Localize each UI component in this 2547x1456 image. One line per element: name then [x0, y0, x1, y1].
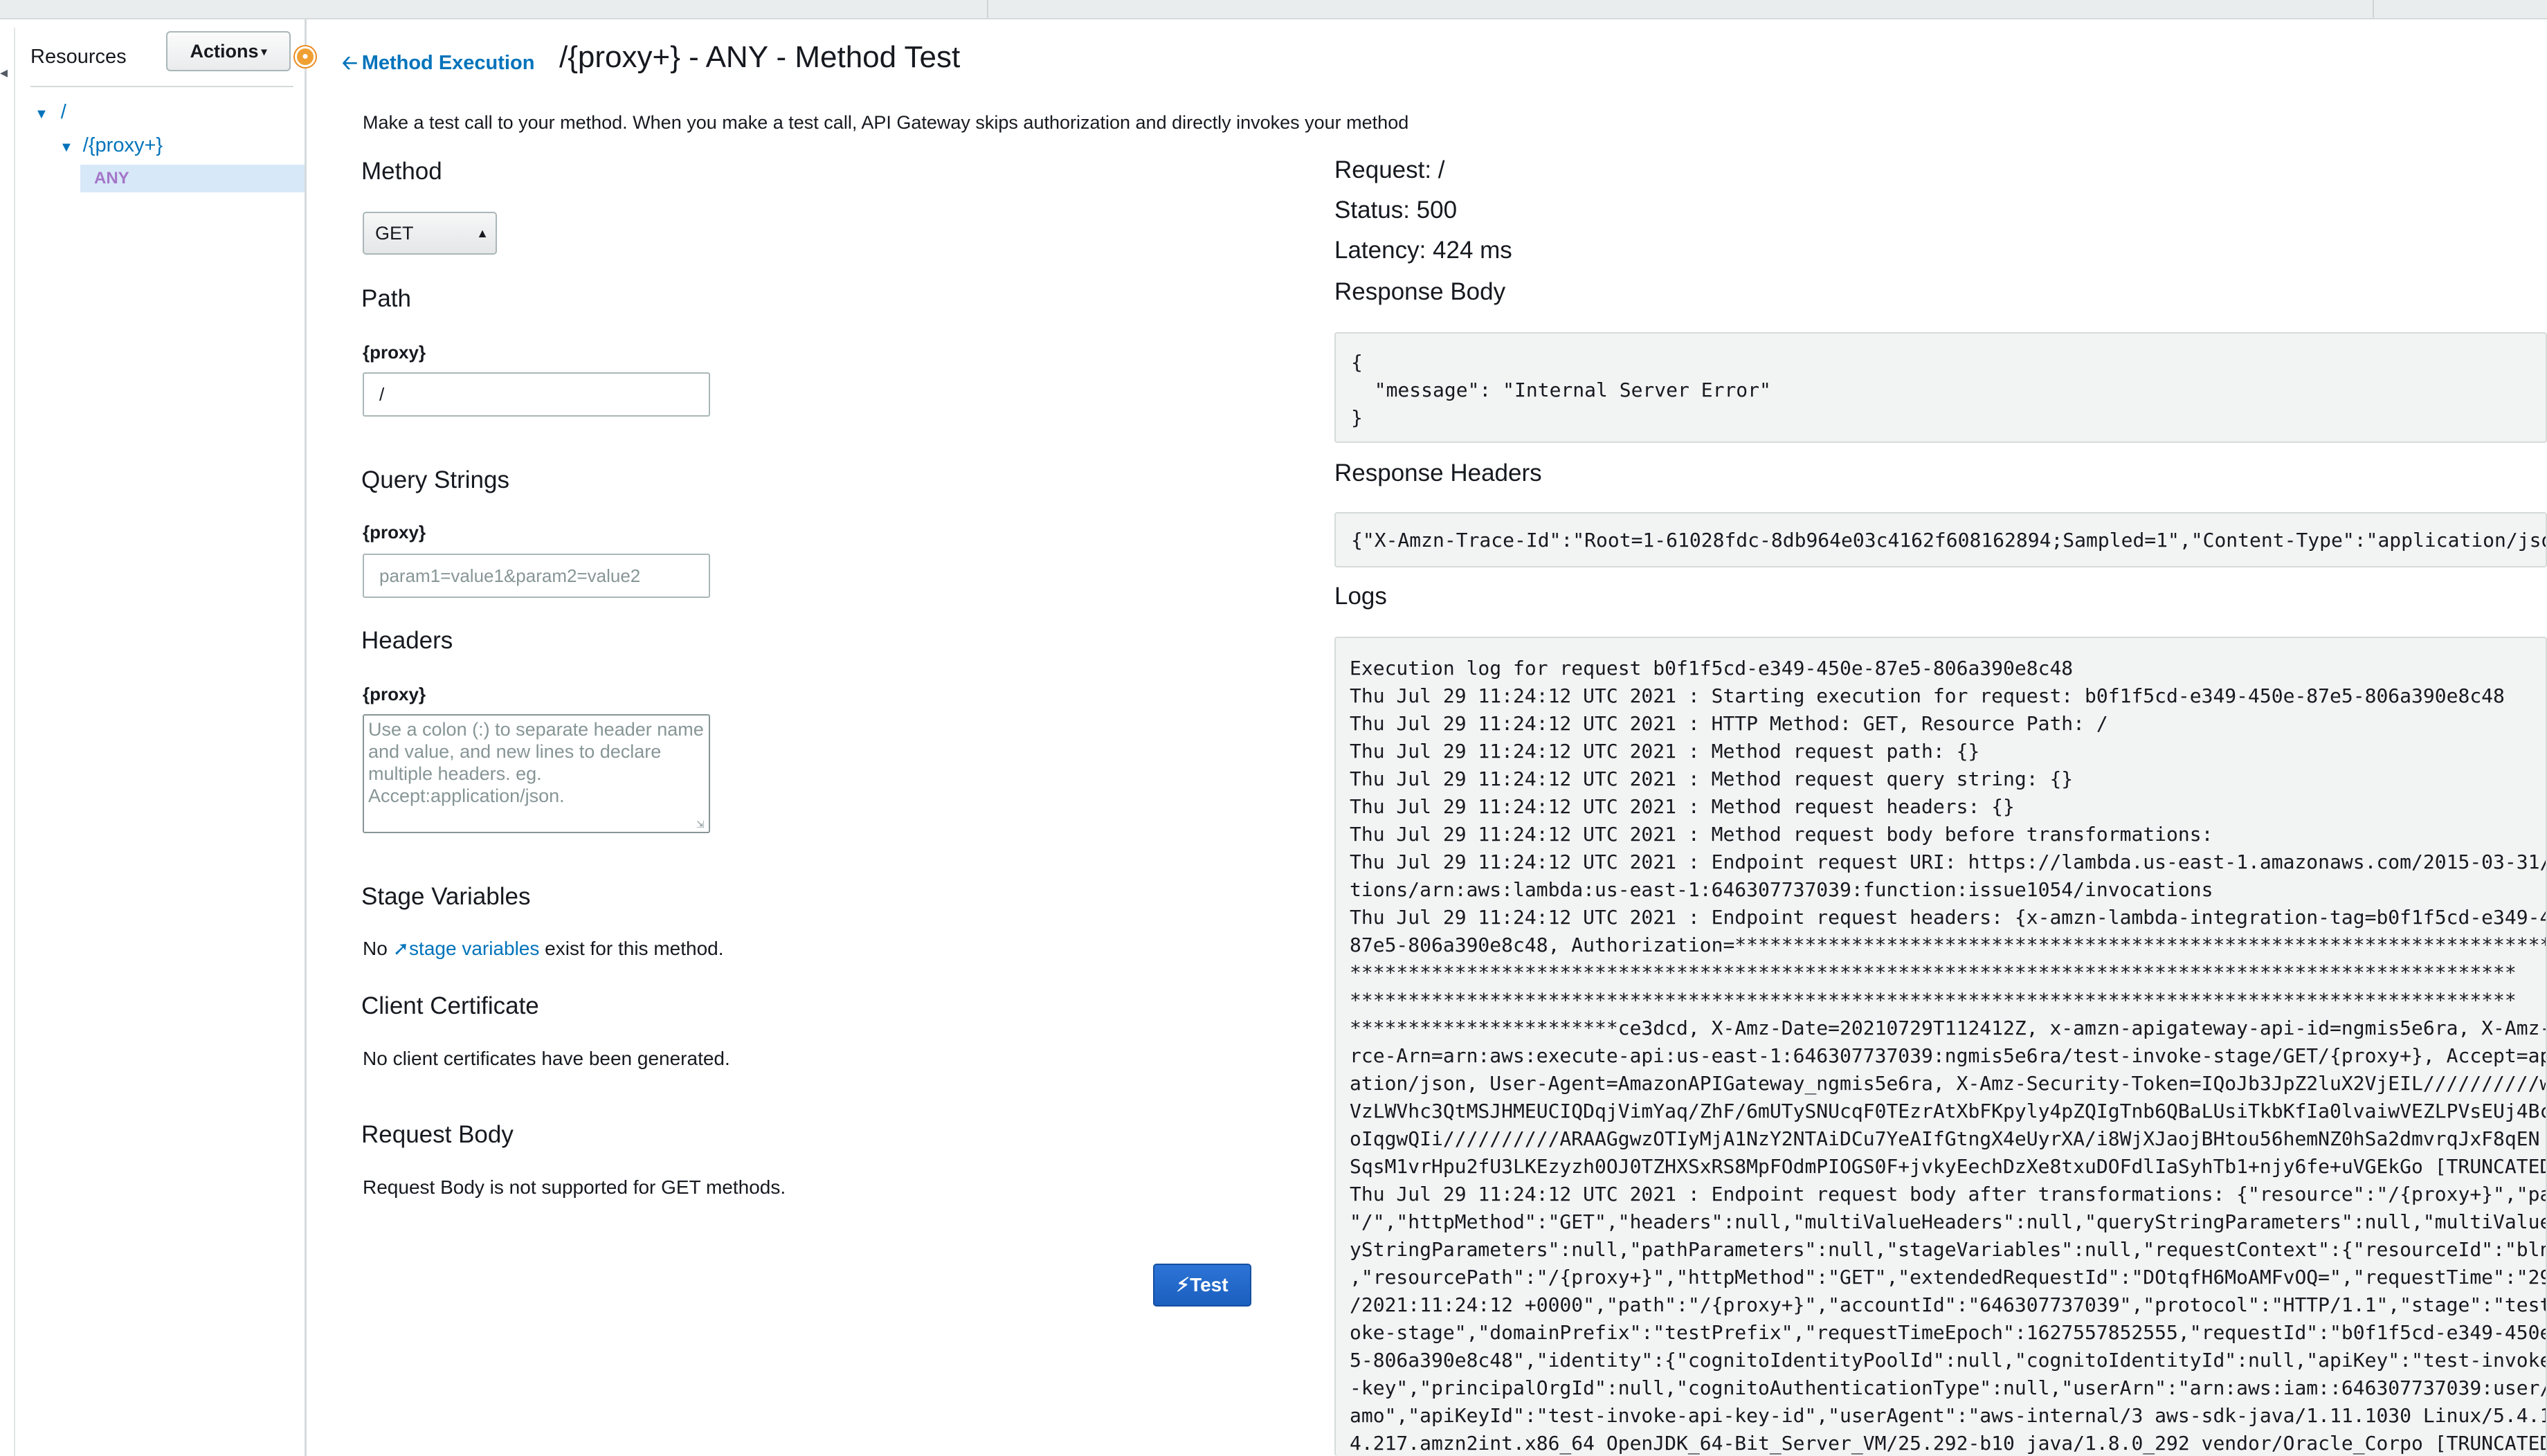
tree-item-any-method[interactable]: ANY	[80, 165, 305, 192]
log-line: tions/arn:aws:lambda:us-east-1:646307737…	[1350, 878, 2213, 901]
latency-line: Latency: 424 ms	[1334, 237, 1512, 264]
logs-heading: Logs	[1334, 583, 1387, 610]
log-line: Thu Jul 29 11:24:12 UTC 2021 : Endpoint …	[1350, 1183, 2547, 1205]
request-body-text: Request Body is not supported for GET me…	[363, 1176, 786, 1198]
headers-textarea[interactable]	[363, 714, 710, 833]
select-arrows-icon: ▲	[476, 226, 489, 240]
path-proxy-label: {proxy}	[363, 342, 426, 363]
log-line: Thu Jul 29 11:24:12 UTC 2021 : Endpoint …	[1350, 906, 2547, 929]
method-select[interactable]: GET ▲	[363, 212, 497, 255]
method-select-value: GET	[375, 223, 414, 244]
strip-separator	[987, 0, 988, 18]
log-line: -key","principalOrgId":null,"cognitoAuth…	[1350, 1376, 2547, 1399]
resources-title: Resources	[30, 46, 127, 68]
expand-caret-icon[interactable]: ▼	[60, 140, 73, 155]
arrow-left-icon: 🡠	[342, 52, 358, 73]
log-line: ****************************************…	[1350, 961, 2517, 984]
stage-variables-link[interactable]: ➚stage variables	[393, 938, 540, 959]
stage-variables-link-label: stage variables	[409, 938, 540, 959]
page-title: /{proxy+} - ANY - Method Test	[559, 40, 961, 74]
log-line: Thu Jul 29 11:24:12 UTC 2021 : Method re…	[1350, 740, 1980, 763]
strip-separator	[2373, 0, 2374, 18]
response-body-box: { "message": "Internal Server Error" }	[1334, 332, 2547, 443]
method-heading: Method	[361, 158, 442, 185]
method-execution-back-link[interactable]: 🡠 Method Execution	[342, 48, 534, 82]
sidebar-divider-line	[30, 86, 293, 87]
stage-text-prefix: No	[363, 938, 393, 959]
request-line: Request: /	[1334, 156, 1445, 183]
stage-variables-heading: Stage Variables	[361, 883, 531, 910]
log-line: ation/json, User-Agent=AmazonAPIGateway_…	[1350, 1072, 2547, 1095]
log-line: rce-Arn=arn:aws:execute-api:us-east-1:64…	[1350, 1044, 2547, 1067]
headers-proxy-label: {proxy}	[363, 684, 426, 704]
log-line: yStringParameters":null,"pathParameters"…	[1350, 1238, 2547, 1261]
stage-variables-text: No ➚stage variables exist for this metho…	[363, 937, 724, 960]
log-line: ,"resourcePath":"/{proxy+}","httpMethod"…	[1350, 1266, 2547, 1289]
log-line: Execution log for request b0f1f5cd-e349-…	[1350, 657, 2074, 680]
collapse-sidebar-icon[interactable]: ◂	[0, 62, 8, 83]
expand-caret-icon[interactable]: ▼	[35, 107, 48, 122]
log-line: 5-806a390e8c48","identity":{"cognitoIden…	[1350, 1349, 2547, 1372]
query-strings-input[interactable]	[363, 554, 710, 598]
response-body-heading: Response Body	[1334, 278, 1506, 305]
stage-text-suffix: exist for this method.	[539, 938, 724, 959]
info-badge-icon[interactable]: ●	[295, 46, 316, 67]
log-line: Thu Jul 29 11:24:12 UTC 2021 : HTTP Meth…	[1350, 712, 2108, 735]
query-strings-heading: Query Strings	[361, 466, 509, 493]
log-line: Thu Jul 29 11:24:12 UTC 2021 : Starting …	[1350, 684, 2505, 707]
log-line: /2021:11:24:12 +0000","path":"/{proxy+}"…	[1350, 1293, 2547, 1316]
sidebar-divider[interactable]	[305, 18, 307, 1456]
path-heading: Path	[361, 285, 411, 312]
back-link-label: Method Execution	[361, 52, 535, 74]
resources-sidebar	[15, 18, 305, 1456]
test-button[interactable]: ⚡︎Test	[1153, 1264, 1251, 1307]
tree-item-root[interactable]: ▼ /	[35, 101, 66, 124]
log-line: amo","apiKeyId":"test-invoke-api-key-id"…	[1350, 1404, 2547, 1427]
response-headers-box: {"X-Amzn-Trace-Id":"Root=1-61028fdc-8db9…	[1334, 512, 2547, 567]
log-line: 4.217.amzn2int.x86_64 OpenJDK_64-Bit_Ser…	[1350, 1432, 2547, 1455]
tree-item-label: /	[60, 101, 66, 123]
client-certificate-text: No client certificates have been generat…	[363, 1048, 730, 1069]
logs-box[interactable]: Execution log for request b0f1f5cd-e349-…	[1334, 637, 2547, 1456]
test-button-label: Test	[1190, 1274, 1229, 1295]
log-line: oke-stage","domainPrefix":"testPrefix","…	[1350, 1321, 2547, 1344]
status-line: Status: 500	[1334, 197, 1458, 224]
log-line: 87e5-806a390e8c48, Authorization=*******…	[1350, 934, 2547, 956]
actions-label: Actions	[190, 41, 259, 62]
request-body-heading: Request Body	[361, 1121, 514, 1148]
log-line: VzLWVhc3QtMSJHMEUCIQDqjVimYaq/ZhF/6mUTyS…	[1350, 1100, 2547, 1122]
log-line: "/","httpMethod":"GET","headers":null,"m…	[1350, 1210, 2547, 1233]
tree-item-label: /{proxy+}	[82, 134, 163, 156]
caret-down-icon: ▾	[261, 46, 267, 58]
top-strip	[0, 0, 2547, 19]
log-line: SqsM1vrHpu2fU3LKEzyzh0OJ0TZHXSxRS8MpFOdm…	[1350, 1155, 2547, 1178]
headers-heading: Headers	[361, 627, 453, 654]
log-line: Thu Jul 29 11:24:12 UTC 2021 : Method re…	[1350, 795, 2015, 818]
intro-text: Make a test call to your method. When yo…	[363, 112, 1409, 133]
query-proxy-label: {proxy}	[363, 522, 426, 543]
external-link-icon: ➚	[392, 938, 410, 959]
log-line: ***********************ce3dcd, X-Amz-Dat…	[1350, 1017, 2547, 1039]
tree-item-label: ANY	[94, 169, 129, 188]
resize-handle-icon[interactable]: ⇲	[696, 819, 707, 830]
path-proxy-input[interactable]	[363, 372, 710, 417]
log-line: Thu Jul 29 11:24:12 UTC 2021 : Endpoint …	[1350, 850, 2547, 873]
log-line: Thu Jul 29 11:24:12 UTC 2021 : Method re…	[1350, 823, 2213, 846]
log-line: ****************************************…	[1350, 989, 2517, 1012]
client-certificate-heading: Client Certificate	[361, 992, 539, 1019]
log-line: oIqgwQIi//////////ARAAGgwzOTIyMjA1NzY2NT…	[1350, 1127, 2540, 1150]
log-line: Thu Jul 29 11:24:12 UTC 2021 : Method re…	[1350, 767, 2074, 790]
lightning-icon: ⚡︎	[1176, 1274, 1190, 1295]
actions-button[interactable]: Actions ▾	[166, 31, 291, 71]
response-headers-heading: Response Headers	[1334, 459, 1542, 486]
tree-item-proxy[interactable]: ▼ /{proxy+}	[60, 134, 163, 157]
